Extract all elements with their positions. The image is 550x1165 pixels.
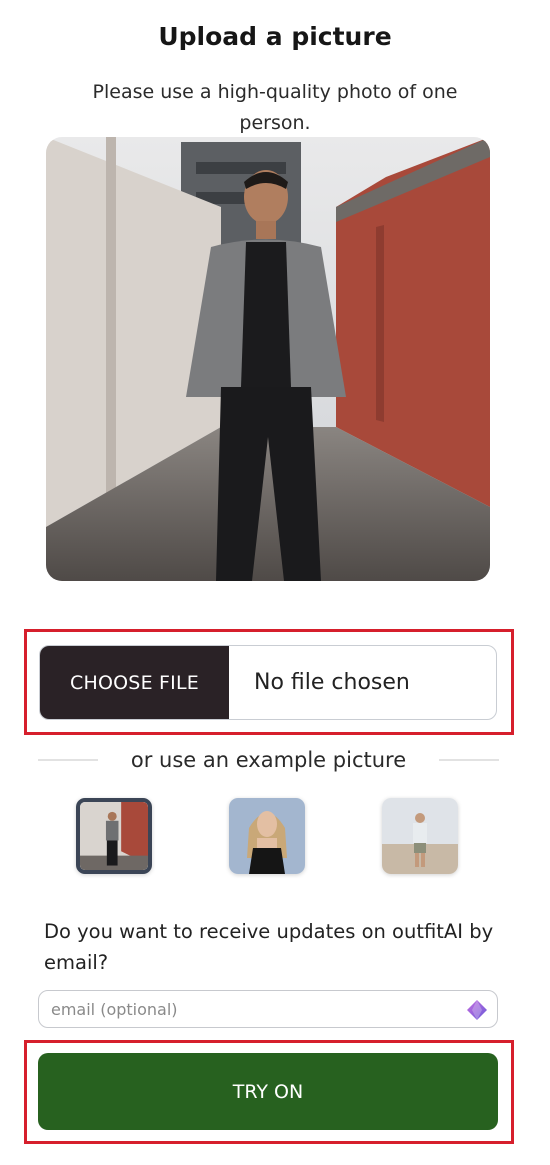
gem-icon[interactable]: [465, 998, 489, 1022]
email-field-wrapper: [38, 990, 498, 1028]
hero-example-photo: [46, 137, 490, 581]
example-divider-text: or use an example picture: [130, 748, 407, 772]
example-woman-black-top[interactable]: [229, 798, 305, 874]
file-input[interactable]: CHOOSE FILE No file chosen: [39, 645, 497, 720]
page-subtitle: Please use a high-quality photo of one p…: [92, 81, 458, 134]
example-man-alley[interactable]: [76, 798, 152, 874]
example-man-beach[interactable]: [382, 798, 458, 874]
try-on-button[interactable]: TRY ON: [38, 1053, 498, 1130]
divider-right: [439, 759, 499, 761]
email-field[interactable]: [39, 991, 497, 1027]
newsletter-question: Do you want to receive updates on outfit…: [44, 920, 494, 974]
choose-file-button[interactable]: CHOOSE FILE: [40, 646, 229, 719]
divider-left: [38, 759, 98, 761]
page-title: Upload a picture: [158, 22, 392, 51]
file-status-text: No file chosen: [254, 670, 410, 695]
